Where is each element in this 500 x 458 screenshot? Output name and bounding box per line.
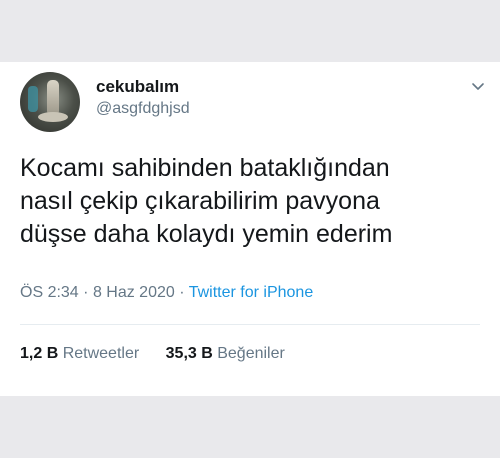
retweets-count: 1,2 B xyxy=(20,345,59,362)
tweet-date[interactable]: 8 Haz 2020 xyxy=(93,284,175,301)
retweets-stat[interactable]: 1,2 B Retweetler xyxy=(20,345,144,362)
avatar[interactable] xyxy=(20,72,80,132)
tweet-stats: 1,2 B Retweetler 35,3 B Beğeniler xyxy=(20,345,285,363)
avatar-glow xyxy=(28,86,38,112)
tweet-text-line: düşse daha kolaydı yemin ederim xyxy=(20,220,393,248)
tweet-card: cekubalım @asgfdghjsd Kocamı sahibinden … xyxy=(0,62,500,396)
likes-stat[interactable]: 35,3 B Beğeniler xyxy=(166,345,285,362)
chevron-down-icon[interactable] xyxy=(470,78,486,94)
tweet-text-line: nasıl çekip çıkarabilirim pavyona xyxy=(20,187,380,215)
likes-count: 35,3 B xyxy=(165,345,213,362)
tweet-source-link[interactable]: Twitter for iPhone xyxy=(189,284,314,301)
divider xyxy=(20,324,480,325)
tweet-time[interactable]: ÖS 2:34 xyxy=(20,284,79,301)
meta-separator: · xyxy=(179,284,185,301)
meta-separator: · xyxy=(83,284,89,301)
avatar-figure xyxy=(47,80,59,114)
author-display-name[interactable]: cekubalım xyxy=(96,77,179,97)
likes-label: Beğeniler xyxy=(217,345,285,362)
tweet-meta: ÖS 2:34 · 8 Haz 2020 · Twitter for iPhon… xyxy=(20,284,313,302)
tweet-text: Kocamı sahibinden bataklığından nasıl çe… xyxy=(20,152,490,251)
avatar-base xyxy=(38,112,68,122)
author-handle[interactable]: @asgfdghjsd xyxy=(96,100,190,118)
tweet-text-line: Kocamı sahibinden bataklığından xyxy=(20,154,390,182)
retweets-label: Retweetler xyxy=(62,345,140,362)
